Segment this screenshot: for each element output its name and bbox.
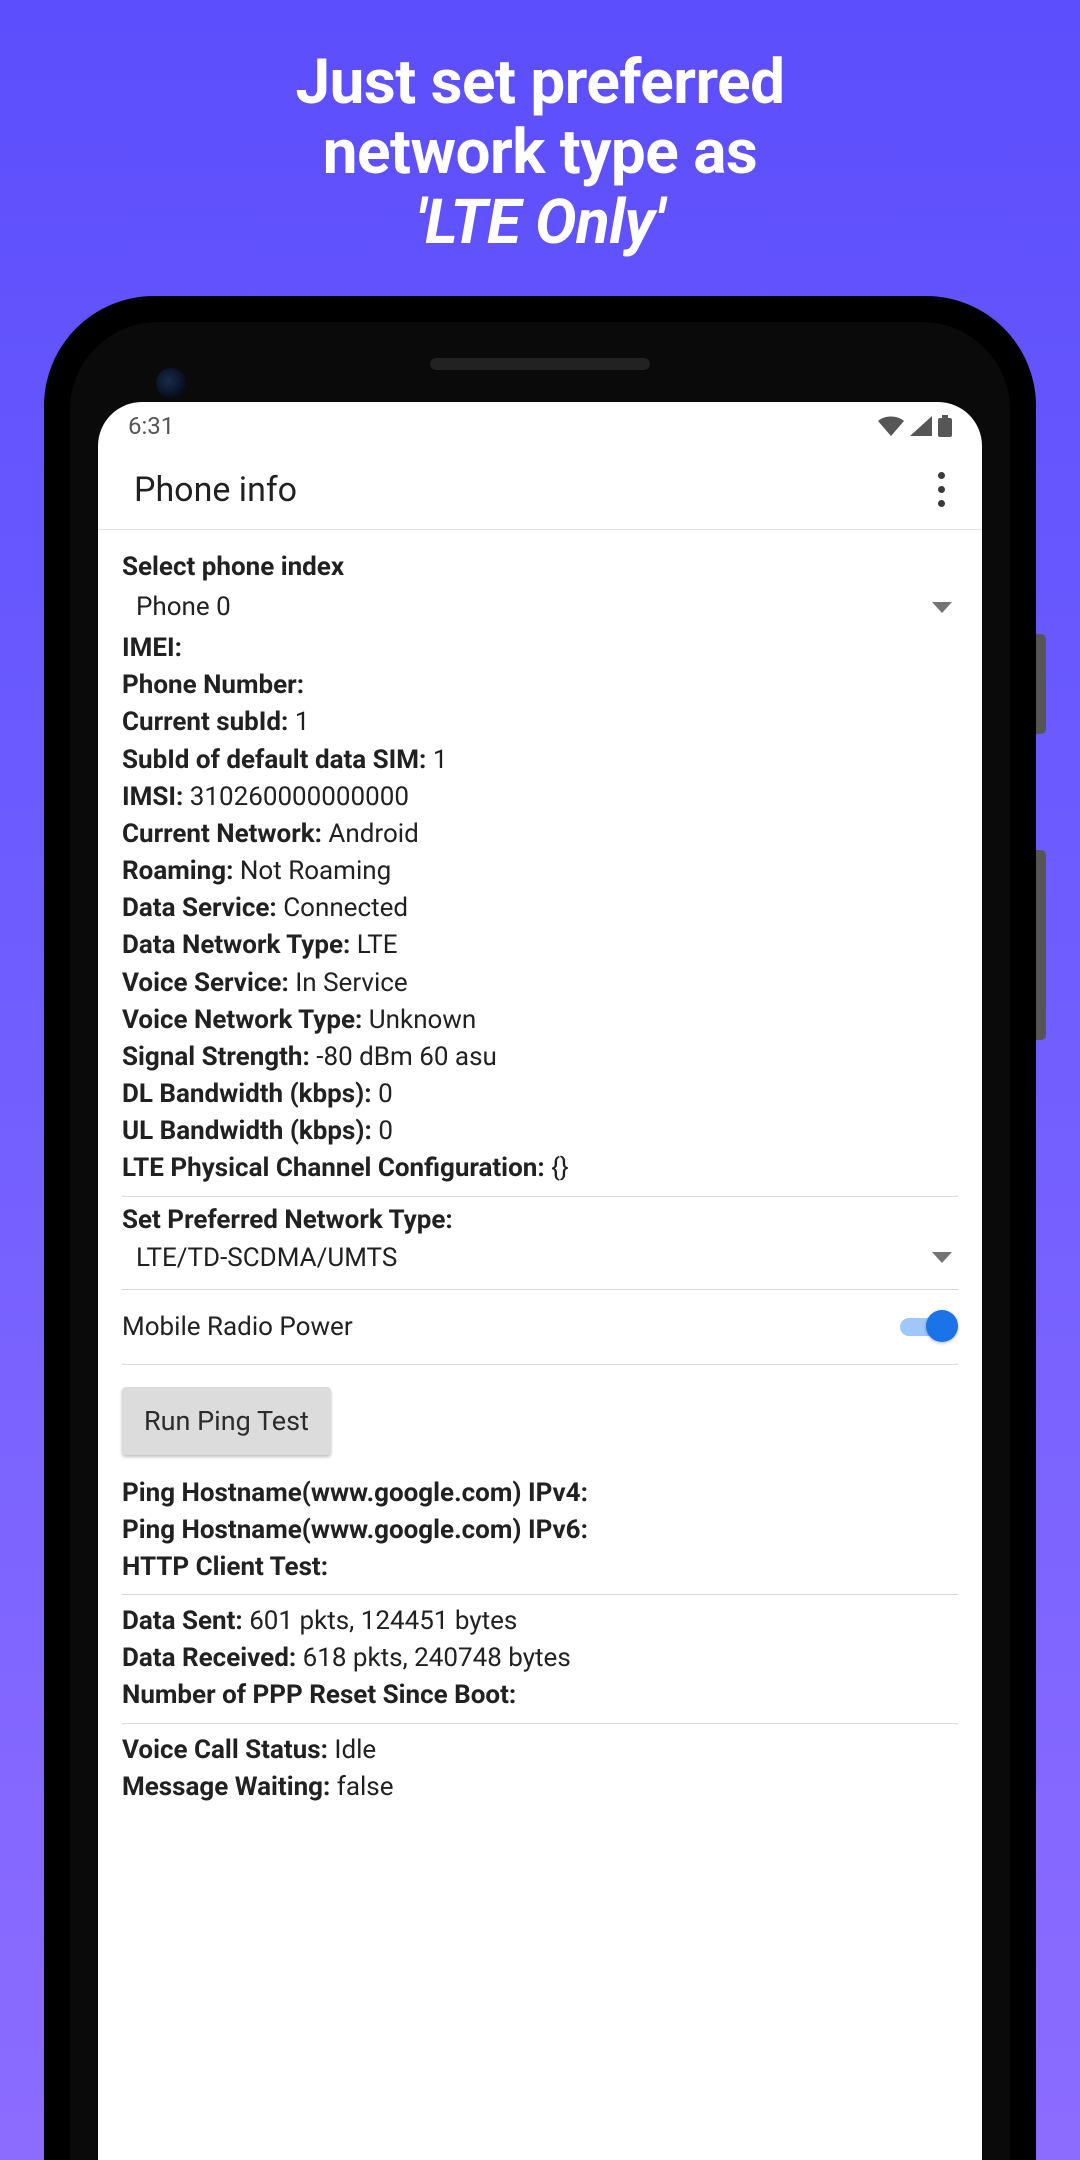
dl-bandwidth-row: DL Bandwidth (kbps): 0 (122, 1076, 958, 1113)
battery-icon (938, 415, 952, 437)
ppp-reset-row: Number of PPP Reset Since Boot: (122, 1677, 958, 1714)
divider (122, 1364, 958, 1365)
mobile-radio-power-toggle[interactable] (900, 1310, 958, 1344)
divider (122, 1196, 958, 1197)
voice-network-type-row: Voice Network Type: Unknown (122, 1002, 958, 1039)
mobile-radio-power-row: Mobile Radio Power (122, 1298, 958, 1356)
data-service-row: Data Service: Connected (122, 890, 958, 927)
divider (122, 1289, 958, 1290)
page-title: Phone info (134, 470, 297, 510)
mobile-radio-power-label: Mobile Radio Power (122, 1312, 353, 1342)
imsi-row: IMSI: 310260000000000 (122, 779, 958, 816)
current-network-row: Current Network: Android (122, 816, 958, 853)
content-scroll[interactable]: Select phone index Phone 0 IMEI: Phone N… (98, 530, 982, 2160)
divider (122, 1594, 958, 1595)
signal-strength-row: Signal Strength: -80 dBm 60 asu (122, 1039, 958, 1076)
phone-device-frame: 6:31 Phone info (44, 296, 1036, 2160)
promo-line-1: Just set preferred (296, 46, 785, 119)
imei-row: IMEI: (122, 630, 958, 667)
statusbar-right (878, 415, 952, 437)
device-front-camera (156, 368, 186, 398)
phone-index-value: Phone 0 (136, 592, 231, 622)
cell-signal-icon (910, 416, 932, 436)
chevron-down-icon (932, 602, 952, 613)
more-options-icon[interactable] (936, 472, 946, 507)
statusbar-time: 6:31 (128, 412, 174, 440)
promo-line-2: network type as (323, 116, 757, 189)
appbar: Phone info (98, 450, 982, 530)
phone-screen: 6:31 Phone info (98, 402, 982, 2160)
chevron-down-icon (932, 1252, 952, 1263)
promo-line-3: 'LTE Only' (416, 186, 664, 259)
phone-device-inner: 6:31 Phone info (70, 322, 1010, 2160)
ul-bandwidth-row: UL Bandwidth (kbps): 0 (122, 1113, 958, 1150)
wifi-icon (878, 416, 904, 436)
preferred-network-dropdown[interactable]: LTE/TD-SCDMA/UMTS (122, 1235, 958, 1281)
promo-headline: Just set preferred network type as 'LTE … (0, 48, 1080, 258)
ping-ipv6-row: Ping Hostname(www.google.com) IPv6: (122, 1512, 958, 1549)
set-preferred-network-label: Set Preferred Network Type: (122, 1205, 958, 1235)
device-volume-button (1036, 850, 1046, 1040)
voice-call-status-row: Voice Call Status: Idle (122, 1732, 958, 1769)
data-received-row: Data Received: 618 pkts, 240748 bytes (122, 1640, 958, 1677)
divider (122, 1723, 958, 1724)
roaming-row: Roaming: Not Roaming (122, 853, 958, 890)
data-network-type-row: Data Network Type: LTE (122, 927, 958, 964)
current-subid-row: Current subId: 1 (122, 704, 958, 741)
ping-ipv4-row: Ping Hostname(www.google.com) IPv4: (122, 1475, 958, 1512)
default-data-subid-row: SubId of default data SIM: 1 (122, 742, 958, 779)
device-speaker (430, 358, 650, 370)
message-waiting-row: Message Waiting: false (122, 1769, 958, 1806)
preferred-network-value: LTE/TD-SCDMA/UMTS (136, 1243, 397, 1273)
voice-service-row: Voice Service: In Service (122, 965, 958, 1002)
lte-phys-channel-row: LTE Physical Channel Configuration: {} (122, 1150, 958, 1187)
data-sent-row: Data Sent: 601 pkts, 124451 bytes (122, 1603, 958, 1640)
phone-index-dropdown[interactable]: Phone 0 (122, 584, 958, 630)
device-power-button (1036, 634, 1046, 734)
phone-number-row: Phone Number: (122, 667, 958, 704)
run-ping-test-button[interactable]: Run Ping Test (122, 1387, 331, 1455)
http-client-test-row: HTTP Client Test: (122, 1549, 958, 1586)
select-phone-index-label: Select phone index (122, 552, 958, 582)
statusbar: 6:31 (98, 402, 982, 450)
